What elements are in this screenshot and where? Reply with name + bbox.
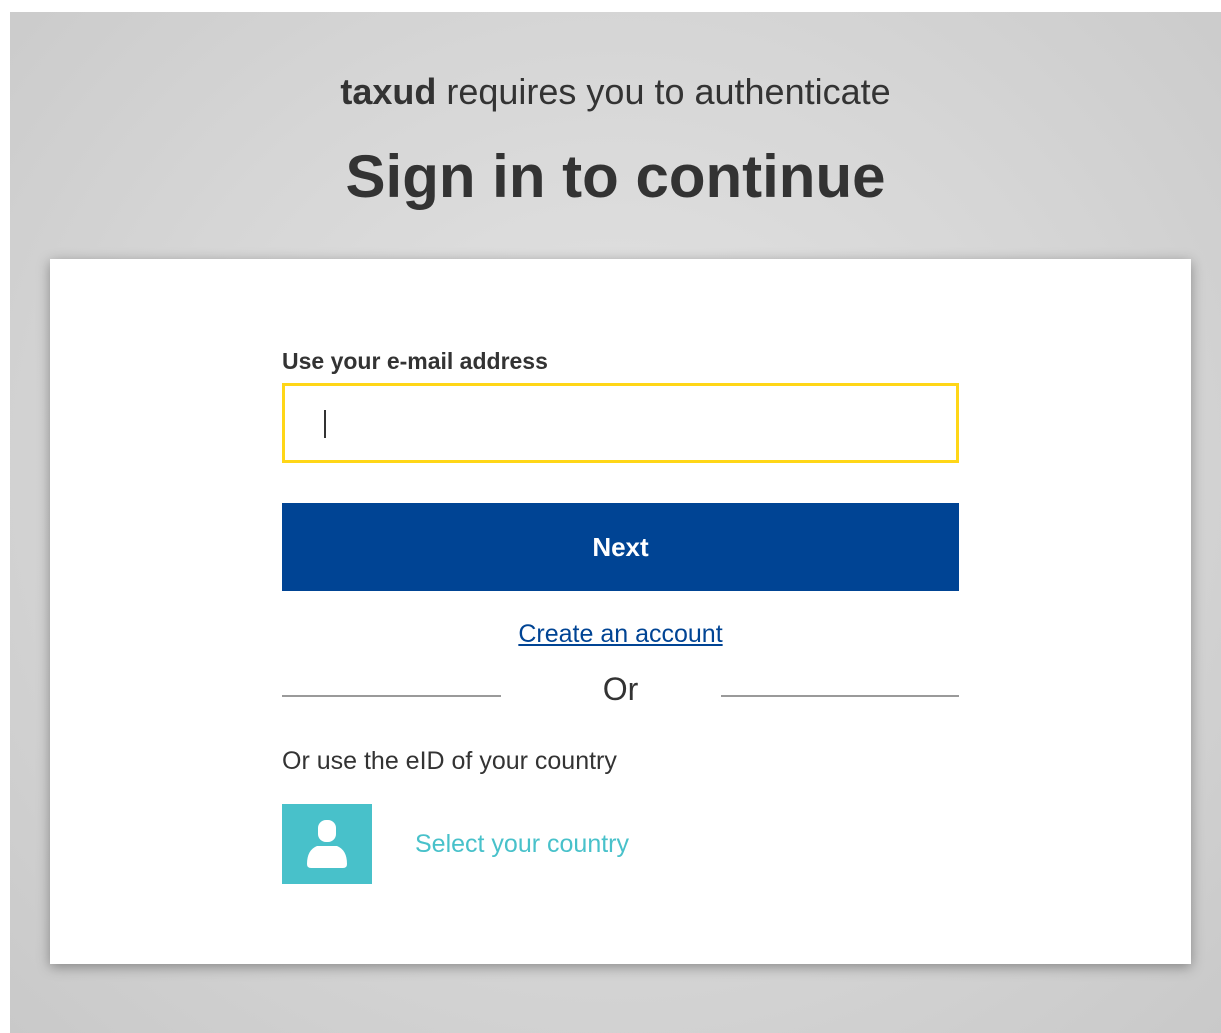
page-header: taxud requires you to authenticate Sign … <box>10 12 1221 212</box>
divider-line-right <box>721 695 959 697</box>
or-divider: Or <box>282 669 959 709</box>
login-card: Use your e-mail address Next Create an a… <box>50 259 1191 964</box>
select-country-link[interactable]: Select your country <box>415 830 629 859</box>
text-cursor <box>324 410 326 438</box>
next-button[interactable]: Next <box>282 503 959 591</box>
page-title: Sign in to continue <box>345 143 886 210</box>
create-account-link[interactable]: Create an account <box>518 620 722 648</box>
or-label: Or <box>602 671 639 707</box>
country-icon-box[interactable] <box>282 804 372 884</box>
user-icon <box>307 820 347 868</box>
select-country-button[interactable]: Select your country <box>282 804 629 884</box>
email-input[interactable] <box>282 383 959 463</box>
eid-label: Or use the eID of your country <box>282 747 617 775</box>
app-name: taxud <box>340 71 437 112</box>
email-label: Use your e-mail address <box>282 348 548 374</box>
create-account-row: Create an account <box>282 620 959 649</box>
auth-subtitle: taxud requires you to authenticate <box>10 70 1221 114</box>
auth-subtitle-text: requires you to authenticate <box>436 71 891 112</box>
